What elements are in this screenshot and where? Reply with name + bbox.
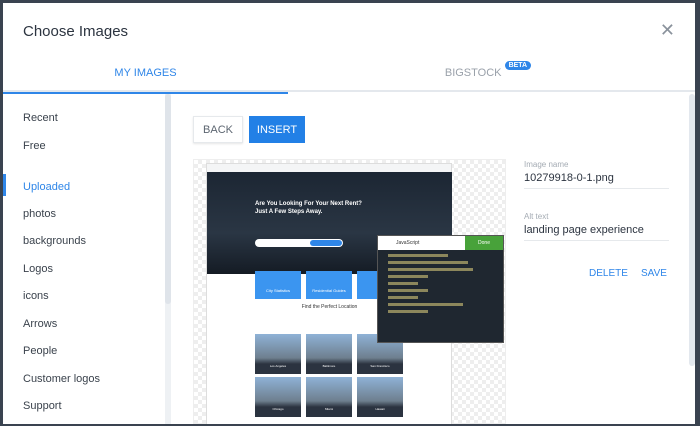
sidebar-item-arrows[interactable]: Arrows bbox=[23, 318, 57, 330]
main-scrollbar[interactable] bbox=[689, 94, 695, 366]
sidebar-scrollbar[interactable] bbox=[165, 94, 171, 424]
image-preview: Are You Looking For Your Next Rent? Just… bbox=[193, 159, 506, 424]
sidebar-item-free[interactable]: Free bbox=[23, 140, 46, 152]
city-label: Baltimore bbox=[322, 364, 336, 368]
choose-images-dialog: Choose Images ✕ MY IMAGES BIGSTOCK BETA … bbox=[3, 3, 695, 424]
dialog-title: Choose Images bbox=[23, 23, 129, 40]
done-label: Done bbox=[465, 236, 503, 250]
sidebar-item-recent[interactable]: Recent bbox=[23, 112, 58, 124]
sidebar-item-customer-logos[interactable]: Customer logos bbox=[23, 373, 100, 385]
image-name-label: Image name bbox=[524, 160, 569, 169]
folder-sidebar: Recent Free Uploaded photos backgrounds … bbox=[3, 94, 165, 424]
tab-label: MY IMAGES bbox=[114, 67, 177, 79]
insert-button[interactable]: INSERT bbox=[249, 116, 305, 143]
tab-bar: MY IMAGES BIGSTOCK BETA bbox=[3, 61, 695, 94]
selection-indicator bbox=[3, 174, 6, 196]
card-label: Residential Guides bbox=[312, 288, 346, 293]
delete-button[interactable]: DELETE bbox=[589, 268, 628, 279]
city-label: Hawaii bbox=[375, 407, 385, 411]
image-name-field[interactable]: Image name 10279918-0-1.png bbox=[524, 160, 669, 189]
city-label: Los Angeles bbox=[269, 364, 287, 368]
tab-my-images[interactable]: MY IMAGES bbox=[3, 67, 288, 94]
hero-headline: Are You Looking For Your Next Rent? Just… bbox=[255, 201, 362, 215]
alt-text-input[interactable]: landing page experience bbox=[524, 224, 669, 240]
alt-text-field[interactable]: Alt text landing page experience bbox=[524, 212, 669, 241]
sidebar-item-support[interactable]: Support bbox=[23, 400, 62, 412]
city-label: Miami bbox=[325, 407, 333, 411]
close-icon[interactable]: ✕ bbox=[660, 20, 675, 41]
sidebar-item-uploaded[interactable]: Uploaded bbox=[23, 181, 70, 193]
image-name-input[interactable]: 10279918-0-1.png bbox=[524, 172, 669, 188]
sidebar-item-backgrounds[interactable]: backgrounds bbox=[23, 235, 86, 247]
back-button[interactable]: BACK bbox=[193, 116, 243, 143]
code-editor-mockup: JavaScript Done bbox=[377, 235, 504, 343]
card-label: City Statistics bbox=[265, 288, 290, 293]
sidebar-item-logos[interactable]: Logos bbox=[23, 263, 53, 275]
beta-badge: BETA bbox=[504, 61, 532, 70]
sidebar-item-photos[interactable]: photos bbox=[23, 208, 56, 220]
sidebar-item-icons[interactable]: icons bbox=[23, 290, 49, 302]
tab-label: BIGSTOCK bbox=[444, 67, 502, 79]
tab-bigstock[interactable]: BIGSTOCK BETA bbox=[383, 61, 593, 79]
city-label: Chicago bbox=[272, 407, 284, 411]
alt-text-label: Alt text bbox=[524, 212, 549, 221]
sidebar-item-people[interactable]: People bbox=[23, 345, 57, 357]
code-title: JavaScript bbox=[396, 240, 420, 246]
save-button[interactable]: SAVE bbox=[641, 268, 667, 279]
